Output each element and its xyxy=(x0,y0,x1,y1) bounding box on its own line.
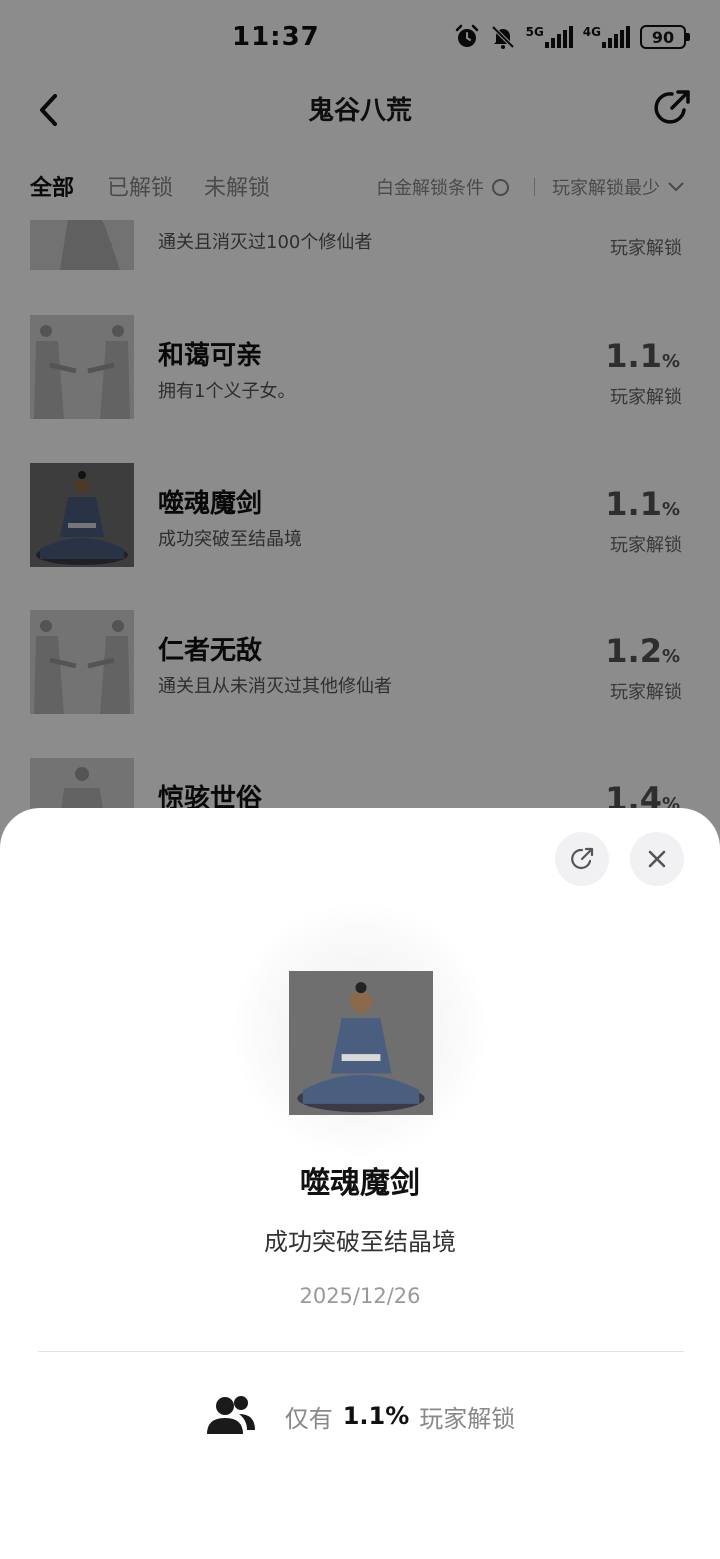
sheet-divider xyxy=(38,1351,684,1352)
unlock-rate-prefix: 仅有 xyxy=(284,1404,333,1433)
users-icon xyxy=(206,1396,255,1434)
share-icon xyxy=(571,847,594,870)
unlock-date: 2025/12/26 xyxy=(299,1284,421,1308)
unlock-rate-value: 1.1% xyxy=(342,1402,410,1430)
detail-title: 噬魂魔剑 xyxy=(300,1166,420,1201)
detail-description: 成功突破至结晶境 xyxy=(264,1228,456,1256)
achievement-badge-image xyxy=(289,971,433,1115)
close-icon xyxy=(648,850,666,868)
unlock-rate-suffix: 玩家解锁 xyxy=(419,1404,516,1433)
meditating-figure-icon xyxy=(289,971,433,1115)
achievement-detail-sheet: 噬魂魔剑 成功突破至结晶境 2025/12/26 仅有 1.1% 玩家解锁 xyxy=(0,808,720,1559)
unlock-rate: 仅有 1.1% 玩家解锁 xyxy=(0,1394,720,1438)
sheet-share-button[interactable] xyxy=(555,832,609,886)
sheet-close-button[interactable] xyxy=(630,832,684,886)
